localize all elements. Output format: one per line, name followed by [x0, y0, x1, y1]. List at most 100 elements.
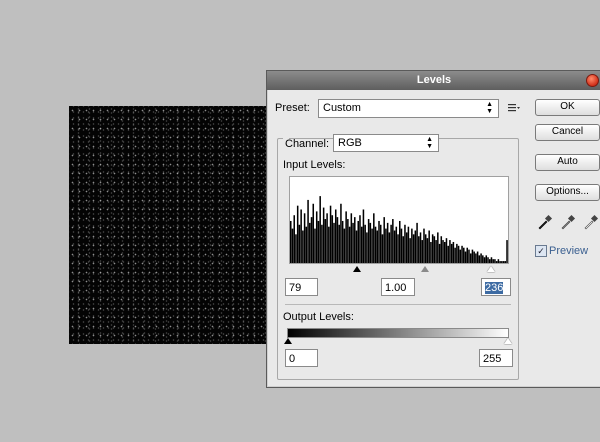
preset-select[interactable]: Custom ▲ ▼	[318, 99, 499, 118]
histogram-bar	[423, 228, 425, 263]
histogram-bar	[435, 240, 437, 263]
histogram-bar	[319, 196, 321, 263]
histogram-bar	[331, 215, 334, 263]
histogram-bar	[495, 261, 498, 263]
histogram-bar	[295, 234, 297, 263]
histogram-bar	[354, 217, 356, 263]
histogram-bar	[362, 209, 365, 263]
output-white-slider[interactable]	[504, 338, 512, 344]
histogram-bar	[333, 222, 335, 263]
histogram-bar	[457, 245, 460, 263]
histogram-bar	[461, 245, 463, 263]
histogram-bar	[296, 205, 299, 263]
preview-checkbox[interactable]: ✓	[535, 245, 547, 257]
channel-label: Channel:	[285, 138, 330, 150]
histogram-bar	[464, 251, 467, 263]
channel-select[interactable]: RGB ▲ ▼	[333, 134, 439, 152]
histogram-bar	[438, 243, 441, 263]
histogram-bar	[454, 247, 456, 263]
histogram-bar	[412, 234, 415, 263]
dialog-title: Levels	[416, 74, 452, 86]
input-white-slider[interactable]	[487, 266, 495, 272]
histogram-bar	[475, 253, 477, 263]
histogram-bar	[385, 228, 387, 263]
histogram-bar	[366, 232, 368, 263]
histogram-bar	[347, 219, 349, 263]
histogram-bar	[440, 236, 443, 263]
histogram-bar	[409, 238, 411, 263]
histogram-bar	[352, 222, 354, 263]
histogram-bar	[428, 230, 430, 263]
histogram-bar	[476, 251, 479, 263]
histogram-bar	[328, 226, 330, 263]
histogram-bar	[442, 240, 444, 263]
histogram-bar	[494, 259, 496, 263]
histogram-bar	[298, 224, 301, 263]
histogram-bar	[430, 241, 432, 263]
input-gamma-field[interactable]: 1.00	[381, 278, 415, 296]
histogram-bar	[383, 217, 385, 263]
histogram-bar	[322, 207, 325, 263]
options-button[interactable]: Options...	[535, 184, 600, 201]
output-black-slider[interactable]	[284, 338, 292, 344]
auto-button[interactable]: Auto	[535, 154, 600, 171]
input-black-slider[interactable]	[353, 266, 361, 272]
histogram-bar	[390, 224, 392, 263]
histogram-bar	[478, 255, 481, 263]
dialog-titlebar[interactable]: Levels	[267, 71, 600, 90]
histogram-bar	[378, 220, 380, 263]
histogram-bar	[348, 226, 351, 263]
white-eyedropper-icon[interactable]	[583, 214, 599, 230]
histogram-bar	[488, 259, 491, 263]
histogram-bar	[452, 241, 455, 263]
channel-value: RGB	[338, 137, 362, 149]
output-black-field[interactable]: 0	[285, 349, 318, 367]
input-black-field[interactable]: 79	[285, 278, 318, 296]
histogram-bar	[350, 213, 353, 263]
histogram-bar	[388, 232, 391, 263]
histogram-bar	[433, 236, 436, 263]
gray-eyedropper-icon[interactable]	[560, 214, 576, 230]
histogram-bar	[497, 259, 500, 263]
histogram-bar	[501, 261, 503, 263]
ok-button[interactable]: OK	[535, 99, 600, 116]
histogram-bar	[506, 240, 508, 263]
histogram-bar	[482, 255, 484, 263]
cancel-button[interactable]: Cancel	[535, 124, 600, 141]
histogram-bar	[405, 232, 408, 263]
select-arrows-icon: ▲ ▼	[486, 101, 493, 115]
input-gamma-slider[interactable]	[421, 266, 429, 272]
histogram-bar	[397, 234, 399, 263]
histogram-bar	[314, 228, 316, 263]
histogram-bar	[305, 226, 308, 263]
histogram-bar	[360, 226, 363, 263]
preset-options-icon[interactable]	[507, 101, 521, 115]
output-levels-label: Output Levels:	[283, 311, 354, 323]
histogram-bar	[357, 220, 360, 263]
histogram-bar	[312, 203, 315, 263]
close-icon[interactable]	[586, 74, 599, 87]
histogram-bar	[395, 226, 398, 263]
histogram-bar	[404, 224, 406, 263]
input-white-field[interactable]: 236	[481, 278, 511, 296]
histogram-bar	[321, 224, 323, 263]
divider	[285, 304, 511, 305]
histogram-bar	[426, 238, 429, 263]
histogram-bar	[447, 245, 449, 263]
histogram-bar	[487, 257, 489, 263]
histogram-bar	[329, 205, 332, 263]
histogram-bar	[469, 253, 472, 263]
histogram-bar	[416, 222, 418, 263]
histogram-bar	[449, 240, 451, 263]
histogram-bar	[402, 236, 404, 263]
histogram-bar	[336, 217, 339, 263]
histogram-bar	[307, 199, 309, 263]
histogram-bar	[411, 228, 413, 263]
histogram-bar	[373, 213, 375, 263]
histogram-bar	[399, 220, 401, 263]
preview-label[interactable]: Preview	[549, 245, 588, 257]
histogram-bar	[466, 247, 469, 263]
histogram-bar	[315, 211, 318, 263]
black-eyedropper-icon[interactable]	[537, 214, 553, 230]
output-white-field[interactable]: 255	[479, 349, 513, 367]
